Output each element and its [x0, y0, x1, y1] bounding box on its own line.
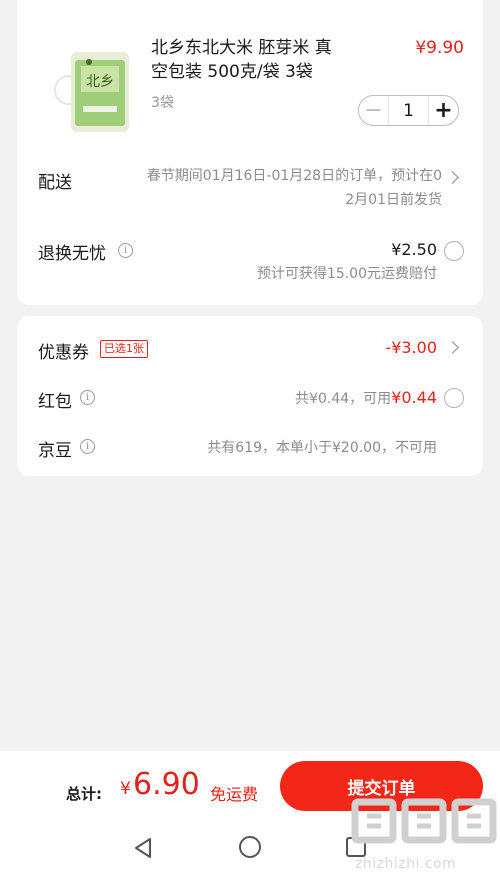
- total-label: 总计:: [66, 785, 102, 803]
- total-amount: 6.90: [133, 767, 200, 802]
- jd-beans-info: 共有619，本单小于¥20.00，不可用: [207, 440, 437, 456]
- chevron-right-icon[interactable]: [446, 171, 459, 184]
- delivery-label: 配送: [38, 173, 72, 193]
- coupon-label: 优惠券: [38, 343, 89, 363]
- red-packet-available: ¥0.44: [391, 388, 437, 407]
- back-icon[interactable]: [132, 836, 154, 860]
- delivery-note-line: 2月01日前发货: [345, 192, 442, 208]
- total-currency: ¥: [120, 779, 131, 799]
- product-image[interactable]: 北乡: [51, 50, 143, 132]
- red-packet-radio[interactable]: [444, 388, 464, 408]
- red-packet-label: 红包: [38, 392, 72, 412]
- info-icon[interactable]: i: [80, 390, 95, 405]
- product-title-line: 北乡东北大米 胚芽米 真: [151, 38, 332, 58]
- red-packet-total: 共¥0.44，可用: [295, 391, 392, 407]
- free-shipping-label: 免运费: [210, 785, 259, 804]
- info-icon[interactable]: i: [118, 243, 133, 258]
- product-title-line: 空包装 500克/袋 3袋: [151, 62, 313, 82]
- info-icon[interactable]: i: [80, 439, 95, 454]
- chevron-right-icon[interactable]: [446, 341, 459, 354]
- jd-beans-label: 京豆: [38, 441, 72, 461]
- return-service-note: 预计可获得15.00元运费赔付: [256, 266, 437, 282]
- decrease-quantity-button[interactable]: −: [359, 96, 389, 125]
- return-service-price: ¥2.50: [391, 240, 437, 259]
- increase-quantity-button[interactable]: +: [428, 96, 458, 125]
- return-service-radio[interactable]: [444, 241, 464, 261]
- delivery-note[interactable]: 春节期间01月16日-01月28日的订单，预计在0 2月01日前发货: [107, 164, 442, 212]
- product-spec: 3袋: [151, 95, 174, 111]
- red-packet-info: 共¥0.44，可用¥0.44: [295, 388, 437, 408]
- quantity-value[interactable]: 1: [389, 101, 428, 121]
- watermark-text: zhizhizhi.com: [355, 856, 457, 872]
- svg-text:北乡: 北乡: [86, 74, 114, 90]
- product-title[interactable]: 北乡东北大米 胚芽米 真 空包装 500克/袋 3袋: [151, 36, 361, 84]
- discount-card: 优惠券 已选1张 -¥3.00 红包 i 共¥0.44，可用¥0.44 京豆 i…: [17, 316, 483, 476]
- order-item-card: 北乡 北乡东北大米 胚芽米 真 空包装 500克/袋 3袋 ¥9.90 3袋 −…: [17, 0, 483, 305]
- watermark-logo-icon: [351, 798, 497, 844]
- quantity-stepper: − 1 +: [358, 95, 459, 126]
- coupon-value[interactable]: -¥3.00: [385, 338, 437, 357]
- coupon-selected-badge: 已选1张: [100, 340, 148, 358]
- delivery-note-line: 春节期间01月16日-01月28日的订单，预计在0: [146, 168, 442, 184]
- watermark: zhizhizhi.com: [349, 796, 500, 875]
- home-icon[interactable]: [238, 835, 262, 859]
- product-price: ¥9.90: [415, 38, 464, 58]
- return-service-label: 退换无忧: [38, 244, 106, 264]
